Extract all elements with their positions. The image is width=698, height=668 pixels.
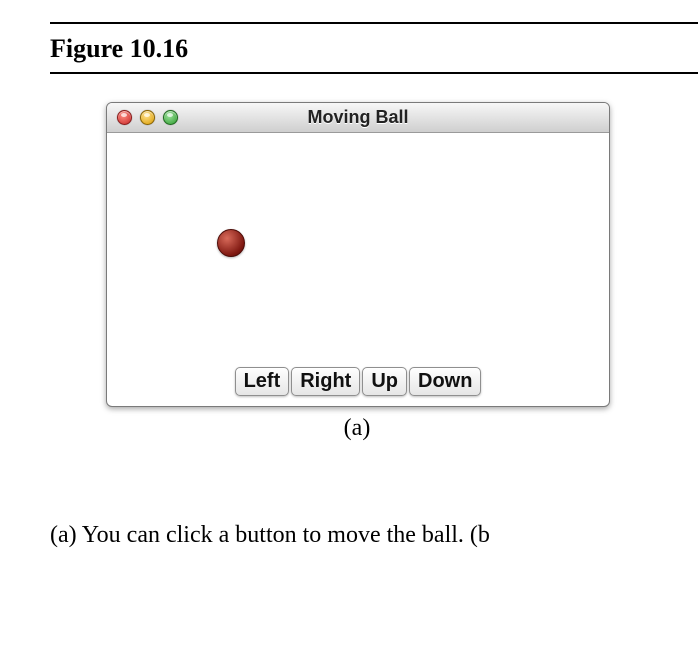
window-titlebar: Moving Ball xyxy=(107,103,609,133)
close-icon[interactable] xyxy=(117,110,132,125)
button-bar: Left Right Up Down xyxy=(107,363,609,406)
zoom-icon[interactable] xyxy=(163,110,178,125)
application-window: Moving Ball Left Right Up Down xyxy=(106,102,610,407)
ball xyxy=(217,229,245,257)
figure-sublabel: (a) xyxy=(106,415,608,442)
page: Figure 10.16 Moving Ball Left Right Up D… xyxy=(0,0,698,668)
traffic-lights xyxy=(117,110,178,125)
top-rule xyxy=(50,22,698,24)
figure-label: Figure 10.16 xyxy=(50,34,698,64)
window-screenshot-wrap: Moving Ball Left Right Up Down (a) xyxy=(106,102,608,442)
ball-canvas xyxy=(107,133,609,363)
bottom-rule xyxy=(50,72,698,74)
window-title: Moving Ball xyxy=(107,107,609,128)
minimize-icon[interactable] xyxy=(140,110,155,125)
right-button[interactable]: Right xyxy=(291,367,360,396)
up-button[interactable]: Up xyxy=(362,367,407,396)
left-button[interactable]: Left xyxy=(235,367,290,396)
down-button[interactable]: Down xyxy=(409,367,481,396)
figure-caption: (a) You can click a button to move the b… xyxy=(50,522,698,549)
